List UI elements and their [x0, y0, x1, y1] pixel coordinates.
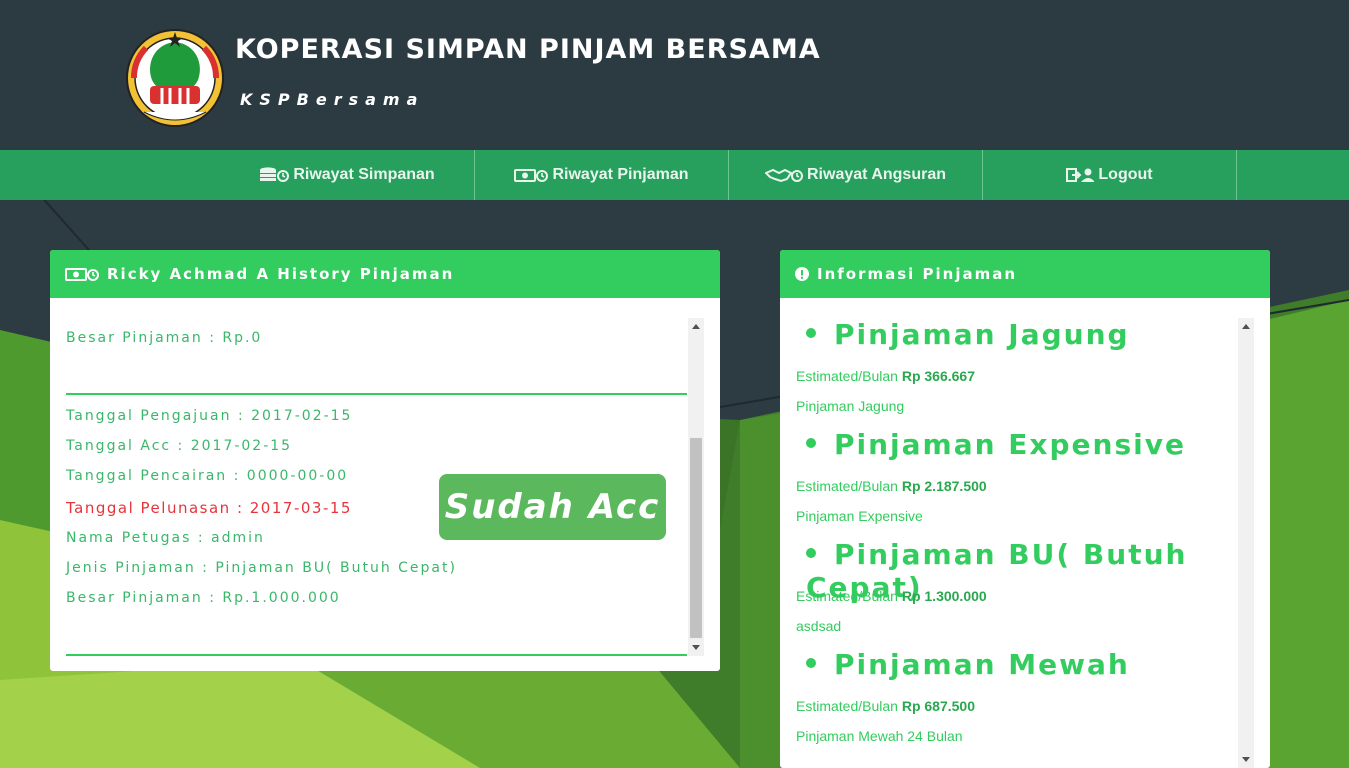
tanggal-acc: Tanggal Acc : 2017-02-15 [66, 438, 293, 454]
loan-estimate: Estimated/Bulan Rp 366.667 [796, 368, 976, 384]
info-panel-header: Informasi Pinjaman [780, 250, 1270, 298]
loan-estimate: Estimated/Bulan Rp 2.187.500 [796, 478, 987, 494]
tanggal-pengajuan: Tanggal Pengajuan : 2017-02-15 [66, 408, 353, 424]
site-subtitle: KSPBersama [240, 90, 425, 109]
nav-label: Riwayat Pinjaman [552, 166, 689, 183]
money-history-icon [514, 167, 549, 183]
loan-type-name: Pinjaman Jagung [806, 318, 1130, 351]
bullet-icon [806, 328, 816, 338]
info-panel-title: Informasi Pinjaman [817, 265, 1018, 283]
coins-history-icon [259, 167, 290, 183]
site-title: KOPERASI SIMPAN PINJAM BERSAMA [235, 34, 821, 65]
besar-pinjaman: Besar Pinjaman : Rp.1.000.000 [66, 590, 341, 606]
nav-riwayat-pinjaman[interactable]: Riwayat Pinjaman [475, 150, 729, 200]
scroll-down-icon[interactable] [1242, 757, 1250, 762]
jenis-pinjaman: Jenis Pinjaman : Pinjaman BU( Butuh Cepa… [66, 560, 457, 576]
entry-divider [66, 654, 687, 656]
nav-logout[interactable]: Logout [983, 150, 1237, 200]
loan-description: asdsad [796, 618, 842, 634]
loan-description: Pinjaman Expensive [796, 508, 923, 524]
info-scroll-area[interactable]: Pinjaman Jagung Estimated/Bulan Rp 366.6… [780, 318, 1238, 768]
scroll-down-icon[interactable] [692, 645, 700, 650]
history-scrollbar[interactable] [688, 318, 704, 656]
nav-riwayat-angsuran[interactable]: Riwayat Angsuran [729, 150, 983, 200]
loan-estimate: Estimated/Bulan Rp 687.500 [796, 698, 976, 714]
loan-estimate: Estimated/Bulan Rp 1.300.000 [796, 588, 987, 604]
history-panel-title: Ricky Achmad A History Pinjaman [107, 265, 455, 283]
bullet-icon [806, 548, 816, 558]
besar-pinjaman: Besar Pinjaman : Rp.0 [66, 330, 263, 346]
nav-label: Riwayat Simpanan [293, 166, 435, 183]
exclamation-circle-icon [795, 267, 809, 281]
logout-user-icon [1066, 167, 1095, 183]
entry-divider [66, 393, 687, 395]
koperasi-logo [126, 29, 224, 127]
site-header: KOPERASI SIMPAN PINJAM BERSAMA KSPBersam… [0, 0, 1349, 150]
status-badge: Sudah Acc [439, 474, 666, 540]
nav-label: Logout [1098, 166, 1153, 183]
scroll-up-icon[interactable] [1242, 324, 1250, 329]
main-nav: Riwayat Simpanan Riwayat Pinjaman Riwaya… [0, 150, 1349, 200]
history-scroll-area[interactable]: Besar Pinjaman : Rp.0 Tanggal Pengajuan … [50, 318, 720, 658]
bullet-icon [806, 658, 816, 668]
nav-riwayat-simpanan[interactable]: Riwayat Simpanan [220, 150, 475, 200]
bullet-icon [806, 438, 816, 448]
info-scrollbar[interactable] [1238, 318, 1254, 768]
history-panel-header: Ricky Achmad A History Pinjaman [50, 250, 720, 298]
info-panel: Informasi Pinjaman Pinjaman Jagung Estim… [780, 250, 1270, 768]
loan-description: Pinjaman Mewah 24 Bulan [796, 728, 963, 744]
nama-petugas: Nama Petugas : admin [66, 530, 265, 546]
loan-type-name: Pinjaman Mewah [806, 648, 1130, 681]
money-history-icon [65, 266, 99, 282]
nav-label: Riwayat Angsuran [807, 166, 946, 183]
loan-description: Pinjaman Jagung [796, 398, 905, 414]
tanggal-pelunasan: Tanggal Pelunasan : 2017-03-15 [66, 499, 352, 517]
scroll-up-icon[interactable] [692, 324, 700, 329]
tanggal-pencairan: Tanggal Pencairan : 0000-00-00 [66, 468, 349, 484]
history-panel: Ricky Achmad A History Pinjaman Besar Pi… [50, 250, 720, 671]
loan-type-name: Pinjaman Expensive [806, 428, 1186, 461]
handshake-history-icon [765, 167, 803, 183]
scroll-thumb[interactable] [690, 438, 702, 638]
